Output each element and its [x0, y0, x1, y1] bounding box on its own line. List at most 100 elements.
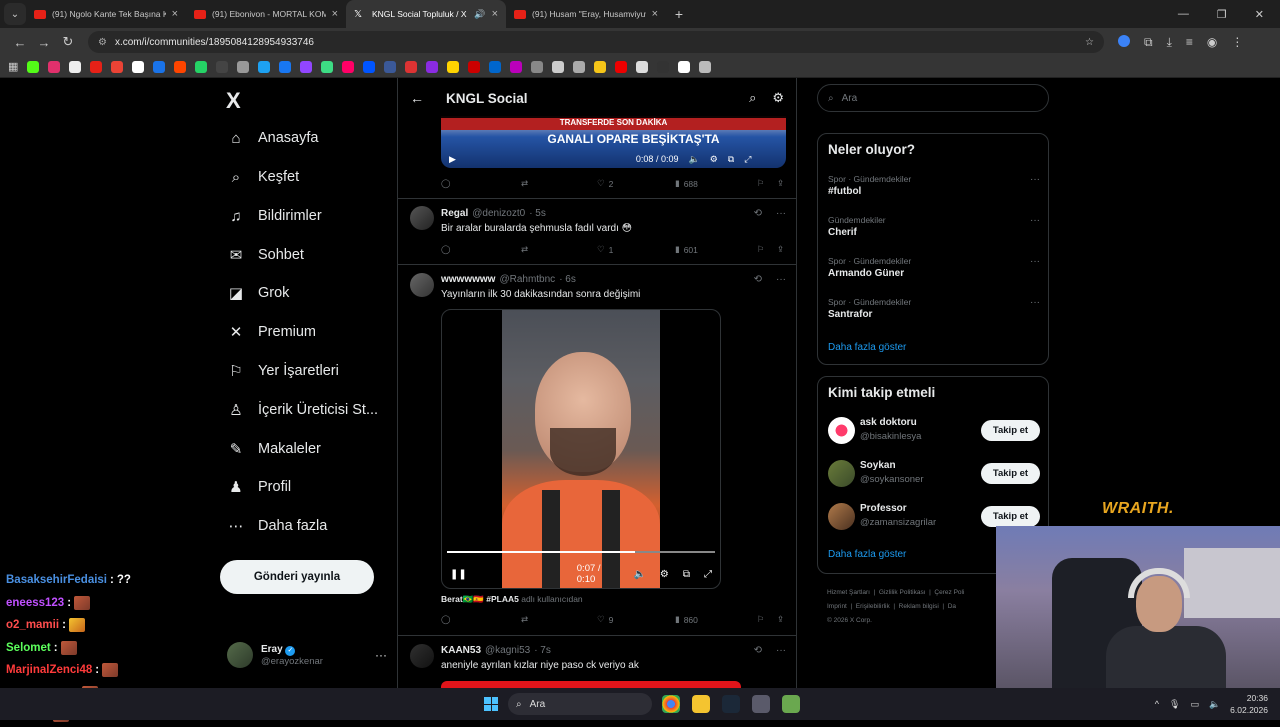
bookmark-icon[interactable] [699, 60, 712, 73]
bookmark-icon[interactable] [447, 60, 460, 73]
close-icon[interactable]: × [332, 8, 338, 20]
bookmark-button[interactable]: ⚐ [757, 244, 777, 255]
footer-link[interactable]: Imprint [827, 603, 847, 610]
bookmark-icon[interactable] [531, 60, 544, 73]
follow-suggestion[interactable]: Soykan @soykansoner Takip et [828, 460, 1040, 488]
site-info-icon[interactable]: ⚙ [98, 37, 107, 48]
reply-button[interactable]: ◯ [441, 614, 521, 625]
more-dots-icon[interactable]: ··· [1030, 297, 1040, 308]
nav-item-premium[interactable]: ✕ Premium [228, 324, 316, 341]
bookmark-icon[interactable] [237, 60, 250, 73]
tweet-author-handle[interactable]: @kagni53 [485, 645, 530, 656]
extensions-puzzle-icon[interactable]: ⧉ [1144, 35, 1153, 50]
grok-icon[interactable]: ⟲ [754, 645, 762, 656]
views-button[interactable]: ▮ 601 [675, 244, 757, 255]
footer-link[interactable]: Da [948, 603, 956, 610]
follow-button[interactable]: Takip et [981, 463, 1040, 484]
more-dots-icon[interactable]: ··· [1030, 256, 1040, 267]
more-dots-icon[interactable]: ··· [1030, 174, 1040, 185]
taskbar-search[interactable]: ⌕ Ara [508, 693, 652, 715]
file-explorer-icon[interactable] [692, 695, 710, 713]
avatar[interactable] [410, 273, 434, 297]
volume-icon[interactable]: 🔈 [633, 569, 645, 580]
nav-item-more[interactable]: ⋯ Daha fazla [228, 518, 328, 535]
bookmark-icon[interactable] [342, 60, 355, 73]
show-more-follows-link[interactable]: Daha fazla göster [828, 549, 906, 560]
tweet-author-name[interactable]: wwwwwww [441, 274, 495, 285]
more-dots-icon[interactable]: ··· [1030, 215, 1040, 226]
retweet-button[interactable]: ⇄ [521, 244, 597, 255]
trend-item[interactable]: Spor · Gündemdekiler Santrafor ··· [828, 297, 1040, 320]
footer-link[interactable]: Erişilebilirlik [856, 603, 890, 610]
chrome-icon[interactable] [662, 695, 680, 713]
tweet-video-player[interactable]: ❚❚ 0:07 / 0:10 🔈 ⚙ ⧉ ⤢ [441, 309, 721, 589]
more-dots-icon[interactable]: ··· [776, 274, 786, 285]
extension-icon[interactable] [1118, 34, 1130, 47]
forward-icon[interactable]: → [32, 35, 56, 50]
reload-icon[interactable]: ↻ [56, 34, 80, 50]
tweet-author-name[interactable]: Regal [441, 208, 468, 219]
browser-tab-4[interactable]: (91) Husam "Eray, Husamviyuv × [506, 0, 666, 28]
tweet-time[interactable]: · 7s [534, 645, 551, 656]
follow-suggestion[interactable]: ask doktoru @bisakinlesya Takip et [828, 417, 1040, 445]
settings-gear-icon[interactable]: ⚙ [772, 90, 784, 106]
nav-item-messages[interactable]: ✉ Sohbet [228, 247, 304, 264]
follow-button[interactable]: Takip et [981, 506, 1040, 527]
account-switcher[interactable]: Eray ✓ @erayozkenar ··· [227, 642, 387, 668]
nav-item-grok[interactable]: ◪ Grok [228, 285, 290, 302]
close-icon[interactable]: × [492, 8, 498, 20]
bookmark-icon[interactable] [615, 60, 628, 73]
clock[interactable]: 20:36 6.02.2026 [1230, 692, 1268, 716]
tweet-author-name[interactable]: KAAN53 [441, 645, 481, 656]
like-button[interactable]: ♡ 1 [597, 244, 675, 255]
bookmark-icon[interactable] [300, 60, 313, 73]
footer-link[interactable]: Çerez Poli [934, 589, 964, 596]
retweet-button[interactable]: ⇄ [521, 178, 597, 189]
tweet-video-player[interactable]: TRANSFERDE SON DAKİKA GANALI OPARE BEŞİK… [441, 116, 786, 168]
tab-search-button[interactable]: ⌄ [4, 3, 26, 25]
share-button[interactable]: ⇪ [777, 178, 784, 189]
retweet-button[interactable]: ⇄ [521, 614, 597, 625]
windows-start-icon[interactable] [484, 697, 498, 711]
fullscreen-icon[interactable]: ⤢ [704, 569, 712, 580]
bookmark-icon[interactable] [405, 60, 418, 73]
trend-item[interactable]: Spor · Gündemdekiler Armando Güner ··· [828, 256, 1040, 279]
bookmark-button[interactable]: ⚐ [757, 178, 777, 189]
media-icon[interactable]: ≡ [1186, 35, 1193, 50]
share-button[interactable]: ⇪ [777, 244, 784, 255]
tweet-time[interactable]: · 5s [529, 208, 546, 219]
avatar[interactable] [410, 206, 434, 230]
address-bar[interactable]: ⚙ x.com/i/communities/189508412895493374… [88, 31, 1104, 53]
app-icon[interactable] [752, 695, 770, 713]
profile-avatar-icon[interactable]: ◉ [1207, 35, 1217, 50]
steam-icon[interactable] [722, 695, 740, 713]
pause-icon[interactable]: ❚❚ [450, 569, 467, 580]
bookmark-icon[interactable] [468, 60, 481, 73]
back-icon[interactable]: ← [8, 35, 32, 50]
video-progress-bar[interactable] [447, 551, 715, 553]
footer-link[interactable]: Reklam bilgisi [899, 603, 939, 610]
close-icon[interactable]: × [172, 8, 178, 20]
bookmark-icon[interactable] [153, 60, 166, 73]
pip-icon[interactable]: ⧉ [728, 154, 734, 165]
more-dots-icon[interactable]: ··· [375, 648, 387, 662]
volume-icon[interactable]: 🔈 [1209, 699, 1220, 710]
bookmark-icon[interactable] [111, 60, 124, 73]
bookmark-button[interactable]: ⚐ [757, 614, 777, 625]
reply-button[interactable]: ◯ [441, 178, 521, 189]
play-icon[interactable]: ▶ [449, 154, 456, 165]
views-button[interactable]: ▮ 688 [675, 178, 757, 189]
bookmark-icon[interactable] [384, 60, 397, 73]
browser-tab-1[interactable]: (91) Ngolo Kante Tek Başına Ka × [26, 0, 186, 28]
speaker-icon[interactable]: 🔊 [474, 9, 485, 20]
footer-link[interactable]: Hizmet Şartları [827, 589, 870, 596]
reply-button[interactable]: ◯ [441, 244, 521, 255]
bookmark-icon[interactable] [69, 60, 82, 73]
bookmark-icon[interactable] [27, 60, 40, 73]
avatar[interactable] [410, 644, 434, 668]
microphone-icon[interactable]: 🎙 [1169, 699, 1180, 710]
search-input[interactable]: ⌕ Ara [817, 84, 1049, 112]
grok-icon[interactable]: ⟲ [754, 208, 762, 219]
bookmark-icon[interactable] [552, 60, 565, 73]
settings-gear-icon[interactable]: ⚙ [710, 154, 718, 165]
